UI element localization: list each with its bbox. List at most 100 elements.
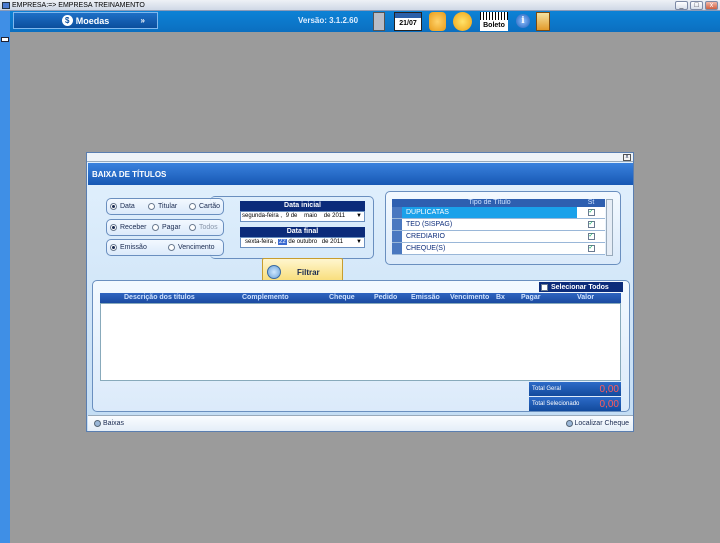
radio-label: Data [120, 203, 135, 210]
st-checkbox[interactable]: ✓ [587, 245, 595, 252]
calendar-date: 21/07 [399, 20, 417, 27]
column-complemento[interactable]: Complemento [242, 294, 289, 301]
left-strip [0, 11, 10, 543]
column-emissao[interactable]: Emissão [411, 294, 440, 301]
column-pagar[interactable]: Pagar [521, 294, 540, 301]
column-valor[interactable]: Valor [577, 294, 594, 301]
radio-dot [110, 224, 117, 231]
radio-label: Receber [120, 224, 147, 231]
moedas-button[interactable]: $ Moedas » [13, 12, 158, 29]
st-checkbox[interactable]: ✓ [587, 209, 595, 216]
tipo-scrollbar[interactable] [606, 199, 613, 256]
users-icon[interactable] [429, 12, 446, 31]
data-final-box: Data final sexta-feira , 22 de outubro d… [240, 227, 365, 248]
row-selector[interactable] [392, 207, 402, 218]
info-icon[interactable]: i [516, 14, 530, 28]
data-inicial-picker[interactable]: segunda-feira , 9 de maio de 2011 ▼ [240, 211, 365, 222]
year: 2011 [330, 239, 344, 245]
dialog-close-button[interactable]: x [623, 154, 631, 161]
column-tipo: Tipo de Título [468, 199, 511, 206]
data-final-picker[interactable]: sexta-feira , 22 de outubro de 2011 ▼ [240, 237, 365, 248]
row-selector[interactable] [392, 243, 402, 254]
radio-label: Titular [158, 203, 178, 210]
tipo-titulo-panel: Tipo de Título St DUPLICATAS ✓ TED (SISP… [385, 191, 621, 265]
de-text: de [321, 239, 329, 245]
column-cheque[interactable]: Cheque [329, 294, 355, 301]
dialog-top-strip: x [87, 153, 633, 162]
tipo-titulo-header: Tipo de Título St [392, 199, 605, 207]
window-titlebar: EMPRESA:=> EMPRESA TREINAMENTO _ □ x [0, 0, 720, 11]
localizar-cheque-button[interactable]: Localizar Cheque [565, 420, 629, 427]
tipo-row[interactable]: TED (SISPAG) ✓ [392, 219, 605, 231]
radio-emissao[interactable]: Emissão [110, 244, 168, 251]
st-checkbox[interactable]: ✓ [587, 233, 595, 240]
tipo-name: CREDIARIO [406, 233, 445, 240]
weekday: segunda-feira , [242, 213, 283, 219]
total-geral: Total Geral 0,00 [529, 382, 621, 396]
titulos-grid-body[interactable] [100, 303, 621, 381]
total-selecionado-value: 0,00 [599, 398, 619, 410]
filtrar-label: Filtrar [297, 267, 320, 277]
radio-dot [189, 224, 196, 231]
search-by-group: Data Titular Cartão [106, 198, 224, 215]
checkbox-icon [541, 283, 548, 291]
tipo-row[interactable]: CHEQUE(S) ✓ [392, 243, 605, 255]
radio-dot [110, 244, 117, 251]
calendar-icon[interactable]: 21/07 [394, 12, 422, 31]
arrow-down-icon [94, 420, 101, 427]
close-button[interactable]: x [705, 1, 718, 10]
tipo-row[interactable]: CREDIARIO ✓ [392, 231, 605, 243]
selecionar-todos-checkbox[interactable]: Selecionar Todos [539, 282, 623, 292]
window-title: EMPRESA:=> EMPRESA TREINAMENTO [12, 2, 145, 9]
calculator-icon[interactable] [373, 12, 385, 31]
tipo-name: DUPLICATAS [402, 207, 577, 218]
minimize-button[interactable]: _ [675, 1, 688, 10]
magnifier-icon [267, 265, 281, 279]
dropdown-arrow-icon[interactable]: ▼ [356, 238, 362, 247]
tipo-row[interactable]: DUPLICATAS ✓ [392, 207, 605, 219]
month: maio [304, 213, 318, 219]
boleto-label: Boleto [483, 22, 505, 29]
maximize-button[interactable]: □ [690, 1, 703, 10]
version-label: Versão: 3.1.2.60 [298, 16, 359, 25]
radio-dot [110, 203, 117, 210]
column-bx[interactable]: Bx [496, 294, 505, 301]
radio-label: Emissão [120, 244, 147, 251]
search-icon [565, 420, 573, 427]
column-pedido[interactable]: Pedido [374, 294, 397, 301]
year: 2011 [332, 213, 346, 219]
shopping-bag-icon[interactable] [536, 12, 550, 31]
smiley-icon[interactable] [453, 12, 472, 31]
dropdown-arrow-icon[interactable]: ▼ [356, 212, 362, 221]
moedas-label: Moedas [75, 15, 110, 26]
baixas-label: Baixas [103, 420, 125, 427]
row-selector[interactable] [392, 219, 402, 230]
column-st: St [587, 199, 595, 206]
radio-data[interactable]: Data [110, 203, 148, 210]
radio-pagar[interactable]: Pagar [152, 224, 189, 231]
total-selecionado: Total Selecionado 0,00 [529, 397, 621, 411]
column-descricao[interactable]: Descrição dos títulos [124, 294, 195, 301]
localizar-cheque-label: Localizar Cheque [574, 420, 629, 427]
de-text: de [288, 239, 296, 245]
chevron-down-icon: » [140, 16, 145, 25]
selecionar-todos-label: Selecionar Todos [551, 283, 609, 291]
day: 22 [278, 239, 287, 245]
pin-icon[interactable] [1, 37, 9, 42]
radio-label: Pagar [162, 224, 181, 231]
radio-vencimento[interactable]: Vencimento [168, 244, 215, 251]
radio-dot [148, 203, 155, 210]
baixa-titulos-dialog: x BAIXA DE TÍTULOS Data Titular Cartão R… [86, 152, 634, 432]
titulos-grid-panel: Selecionar Todos Descrição dos títulos C… [92, 280, 630, 412]
column-vencimento[interactable]: Vencimento [450, 294, 489, 301]
row-selector[interactable] [392, 231, 402, 242]
boleto-barcode-icon[interactable]: Boleto [480, 12, 508, 31]
radio-receber[interactable]: Receber [110, 224, 152, 231]
baixas-button[interactable]: Baixas [94, 420, 124, 427]
dialog-footer: Baixas Localizar Cheque [88, 415, 633, 431]
radio-titular[interactable]: Titular [148, 203, 189, 210]
top-toolbar: $ Moedas » Versão: 3.1.2.60 21/07 Boleto… [10, 11, 720, 32]
radio-dot [189, 203, 196, 210]
tipo-name: CHEQUE(S) [406, 245, 446, 252]
st-checkbox[interactable]: ✓ [587, 221, 595, 228]
